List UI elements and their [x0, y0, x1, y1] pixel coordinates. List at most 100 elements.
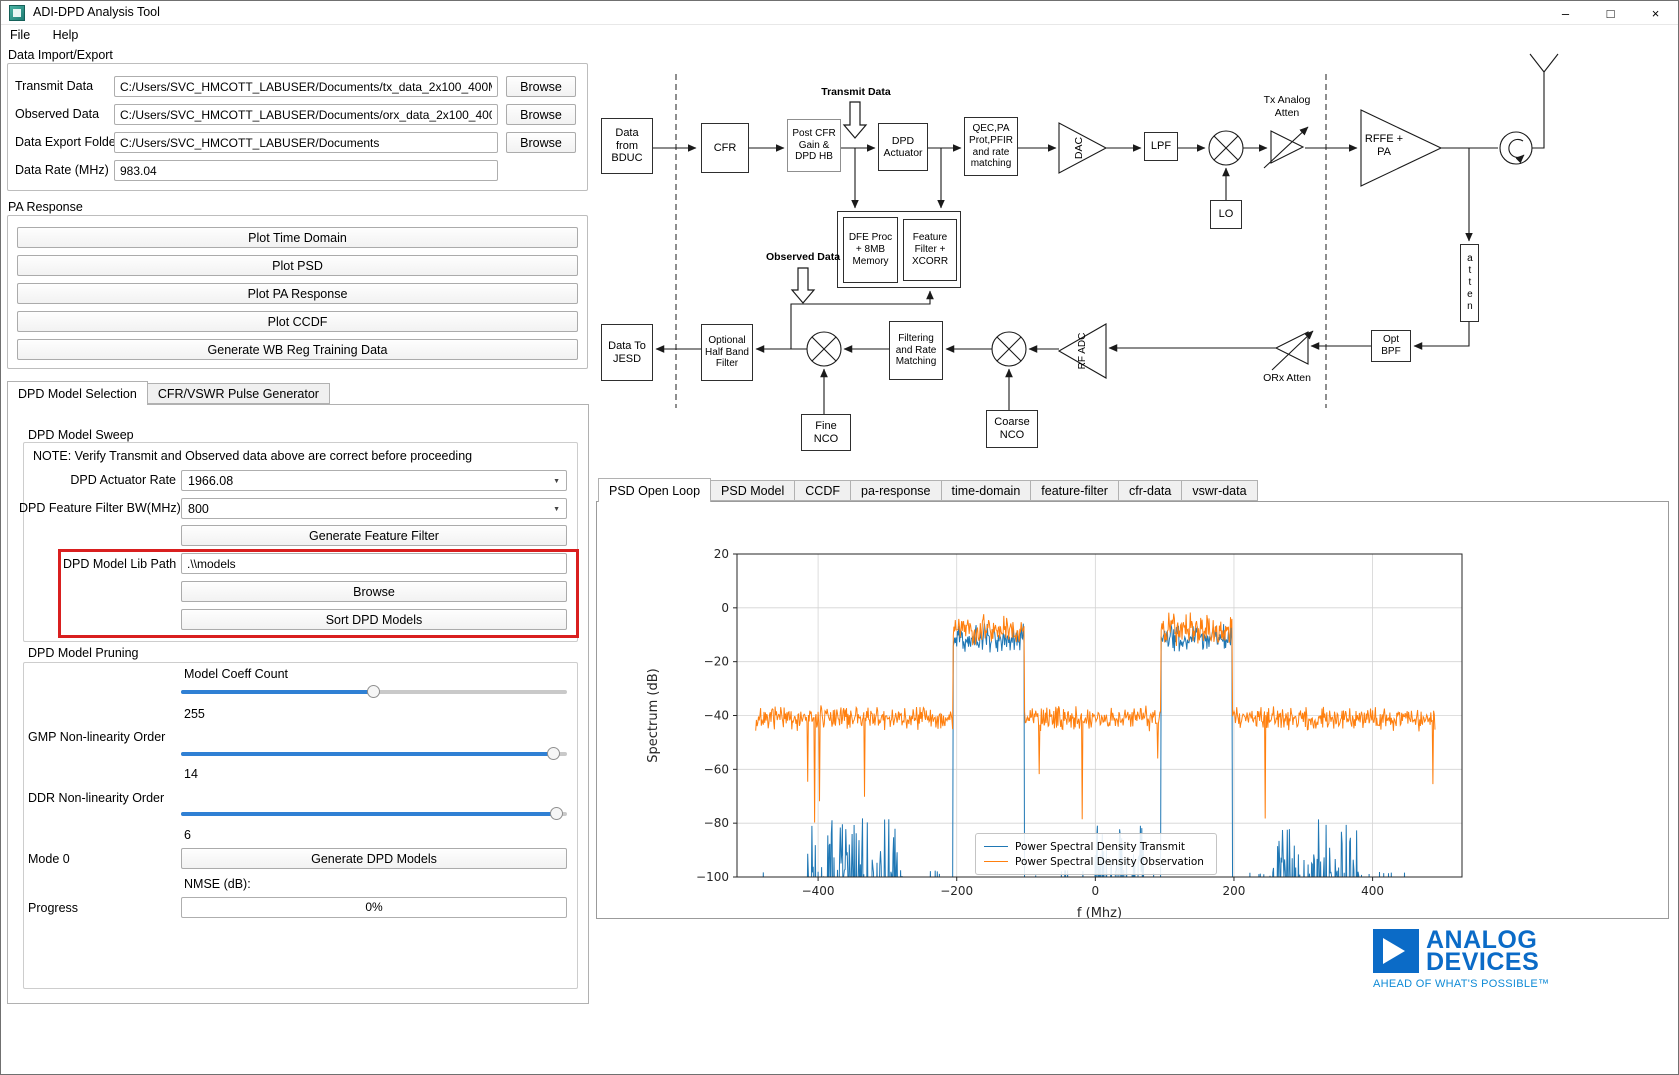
slider-fill [181, 690, 374, 694]
diagram-box-optional-hbf: Optional Half Band Filter [701, 324, 753, 381]
tab-feature-filter[interactable]: feature-filter [1030, 480, 1119, 501]
diagram-box-lo: LO [1210, 200, 1242, 229]
adi-logo-icon [1373, 929, 1419, 973]
transmit-browse-button[interactable]: Browse [506, 76, 576, 97]
tab-ccdf[interactable]: CCDF [794, 480, 851, 501]
close-icon[interactable]: × [1633, 1, 1678, 25]
tab-vswr-data[interactable]: vswr-data [1181, 480, 1257, 501]
model-coeff-count-value: 255 [184, 707, 205, 721]
legend-label-transmit: Power Spectral Density Transmit [1015, 841, 1185, 853]
lib-path-input[interactable] [181, 553, 567, 574]
plot-time-domain-button[interactable]: Plot Time Domain [17, 227, 578, 248]
slider-fill [181, 752, 554, 756]
diagram-label-rffe-pa: RFFE + PA [1364, 133, 1404, 159]
svg-text:−60: −60 [704, 762, 729, 776]
ddr-order-slider[interactable] [181, 807, 567, 821]
diagram-box-opt-bpf: Opt BPF [1371, 330, 1411, 362]
logo-tagline: AHEAD OF WHAT'S POSSIBLE™ [1373, 978, 1563, 990]
svg-text:−400: −400 [802, 884, 835, 898]
pruning-groupbox [23, 662, 578, 989]
tab-dpd-model-selection[interactable]: DPD Model Selection [7, 381, 148, 405]
gmp-order-slider[interactable] [181, 747, 567, 761]
svg-text:−100: −100 [696, 870, 729, 884]
nmse-label: NMSE (dB): [184, 877, 251, 891]
tab-time-domain[interactable]: time-domain [941, 480, 1032, 501]
chevron-down-icon: ▼ [553, 478, 560, 485]
diagram-box-fine-nco: Fine NCO [801, 414, 851, 451]
diagram-label-dac: DAC [1072, 123, 1086, 173]
tab-psd-open-loop[interactable]: PSD Open Loop [598, 478, 711, 502]
title-bar: ADI-DPD Analysis Tool – □ × [1, 1, 1678, 25]
diagram-label-transmit-data: Transmit Data [811, 86, 901, 99]
plot-pa-response-button[interactable]: Plot PA Response [17, 283, 578, 304]
generate-dpd-models-button[interactable]: Generate DPD Models [181, 848, 567, 869]
window-title: ADI-DPD Analysis Tool [33, 5, 160, 19]
chart-legend: Power Spectral Density Transmit Power Sp… [975, 833, 1217, 875]
feature-filter-bw-combobox[interactable]: 800 ▼ [181, 498, 567, 519]
slider-knob[interactable] [550, 807, 563, 820]
diagram-box-atten: atten [1460, 244, 1479, 322]
chevron-down-icon: ▼ [553, 506, 560, 513]
mode-label: Mode 0 [28, 852, 70, 866]
svg-text:400: 400 [1361, 884, 1384, 898]
app-icon [9, 5, 25, 21]
observed-data-label: Observed Data [15, 107, 99, 121]
diagram-box-bduc: Data from BDUC [601, 118, 653, 174]
data-rate-input[interactable] [114, 160, 498, 181]
menu-file[interactable]: File [1, 26, 39, 42]
maximize-icon[interactable]: □ [1588, 1, 1633, 25]
logo-name-line2: DEVICES [1426, 951, 1539, 973]
actuator-rate-value: 1966.08 [188, 474, 233, 488]
slider-knob[interactable] [547, 747, 560, 760]
diagram-box-lpf: LPF [1144, 132, 1178, 161]
app-window: ADI-DPD Analysis Tool – □ × File Help Da… [0, 0, 1679, 1075]
diagram-box-post-cfr: Post CFR Gain & DPD HB [787, 119, 841, 172]
tab-pa-response[interactable]: pa-response [850, 480, 942, 501]
menu-help[interactable]: Help [44, 26, 88, 42]
diagram-box-qec: QEC,PA Prot,PFIR and rate matching [964, 117, 1018, 176]
svg-text:−40: −40 [704, 709, 729, 723]
svg-text:Spectrum (dB): Spectrum (dB) [646, 668, 661, 762]
analog-devices-logo: ANALOG DEVICES AHEAD OF WHAT'S POSSIBLE™ [1373, 929, 1563, 990]
slider-fill [181, 812, 557, 816]
feature-filter-bw-label: DPD Feature Filter BW(MHz) [19, 501, 176, 515]
tab-psd-model[interactable]: PSD Model [710, 480, 795, 501]
export-folder-input[interactable] [114, 132, 498, 153]
diagram-box-dfe-proc: DFE Proc + 8MB Memory [843, 217, 898, 283]
plot-psd-button[interactable]: Plot PSD [17, 255, 578, 276]
generate-wb-reg-button[interactable]: Generate WB Reg Training Data [17, 339, 578, 360]
sort-dpd-models-button[interactable]: Sort DPD Models [181, 609, 567, 630]
legend-label-observation: Power Spectral Density Observation [1015, 856, 1204, 868]
export-browse-button[interactable]: Browse [506, 132, 576, 153]
observed-browse-button[interactable]: Browse [506, 104, 576, 125]
gmp-order-label: GMP Non-linearity Order [28, 730, 165, 744]
svg-text:20: 20 [714, 547, 729, 561]
tab-cfr-data[interactable]: cfr-data [1118, 480, 1182, 501]
svg-text:f (Mhz): f (Mhz) [1077, 906, 1122, 918]
diagram-box-coarse-nco: Coarse NCO [986, 410, 1038, 448]
actuator-rate-label: DPD Actuator Rate [28, 473, 176, 487]
progress-bar: 0% [181, 897, 567, 918]
signal-chain-diagram: Data from BDUC CFR Post CFR Gain & DPD H… [596, 46, 1679, 471]
actuator-rate-combobox[interactable]: 1966.08 ▼ [181, 470, 567, 491]
diagram-label-orx-atten: ORx Atten [1252, 372, 1322, 385]
transmit-data-input[interactable] [114, 76, 498, 97]
model-coeff-count-slider[interactable] [181, 685, 567, 699]
tab-cfr-vswr[interactable]: CFR/VSWR Pulse Generator [147, 383, 330, 404]
psd-chart-panel: −400−2000200400200−20−40−60−80−100f (Mhz… [596, 501, 1669, 919]
diagram-label-tx-analog-atten: Tx Analog Atten [1256, 94, 1318, 119]
svg-text:0: 0 [721, 601, 729, 615]
ddr-order-value: 6 [184, 828, 191, 842]
generate-feature-filter-button[interactable]: Generate Feature Filter [181, 525, 567, 546]
plot-ccdf-button[interactable]: Plot CCDF [17, 311, 578, 332]
lib-path-browse-button[interactable]: Browse [181, 581, 567, 602]
diagram-box-filtering: Filtering and Rate Matching [889, 321, 943, 380]
svg-text:−80: −80 [704, 816, 729, 830]
slider-knob[interactable] [367, 685, 380, 698]
data-import-group-label: Data Import/Export [8, 48, 113, 62]
minimize-icon[interactable]: – [1543, 1, 1588, 25]
observed-data-input[interactable] [114, 104, 498, 125]
transmit-data-label: Transmit Data [15, 79, 93, 93]
diagram-box-dpd-actuator: DPD Actuator [878, 123, 928, 171]
feature-filter-bw-value: 800 [188, 502, 209, 516]
